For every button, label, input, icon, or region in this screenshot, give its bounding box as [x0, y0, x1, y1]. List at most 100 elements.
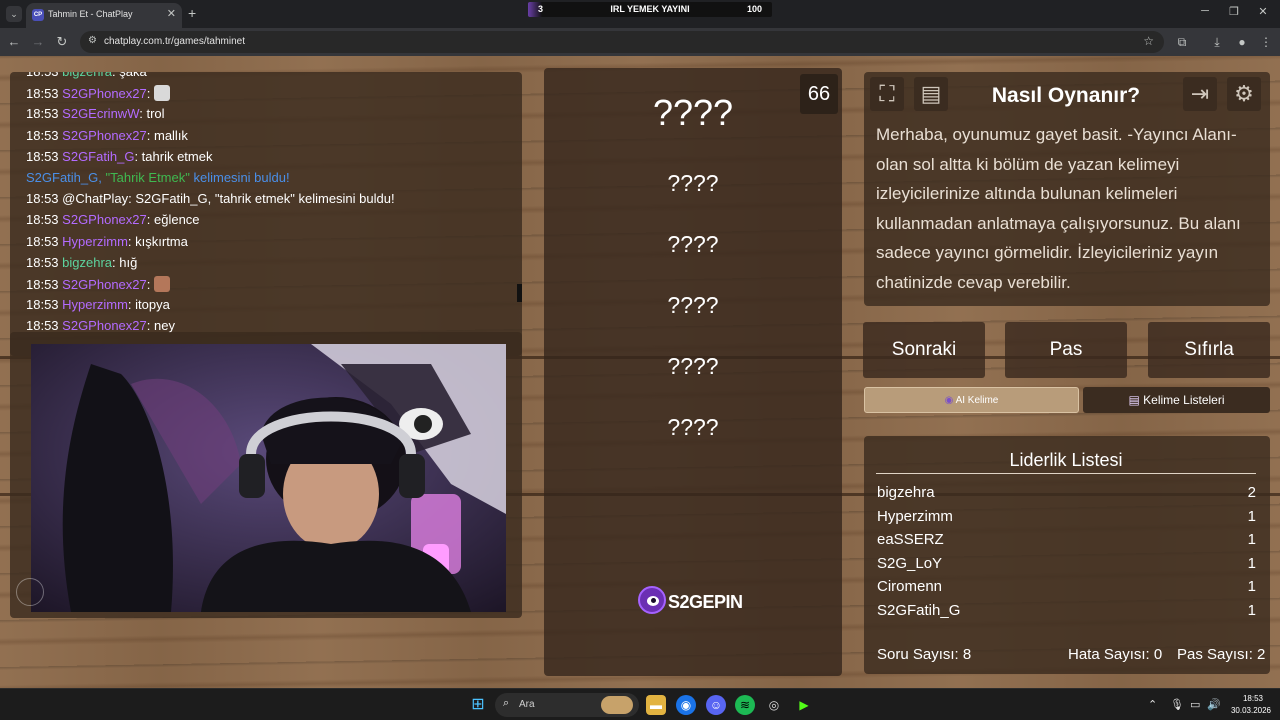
- chat-username[interactable]: bigzehra: [62, 255, 112, 270]
- found-word: "Tahrik Etmek": [105, 170, 190, 185]
- question-count: Soru Sayısı: 8: [877, 646, 972, 663]
- back-button[interactable]: ←: [6, 34, 22, 50]
- s2gepin-logo: S2GEPIN: [638, 586, 743, 616]
- tray-expand-icon[interactable]: ⌃: [1148, 698, 1157, 711]
- file-explorer-icon[interactable]: ▬: [646, 695, 666, 715]
- chat-username[interactable]: S2GFatih_G: [26, 170, 98, 185]
- chat-text: kelimesini buldu!: [189, 170, 290, 185]
- discord-icon[interactable]: ☺: [706, 695, 726, 715]
- chat-message: 18:53 S2GPhonex27:: [26, 276, 170, 292]
- chat-timestamp: 18:53: [26, 72, 59, 79]
- chat-username[interactable]: Hyperzimm: [62, 297, 128, 312]
- settings-gear-icon[interactable]: ⚙: [1227, 77, 1261, 111]
- tab-search-button[interactable]: ⌄: [6, 6, 22, 22]
- close-tab-icon[interactable]: ✕: [167, 7, 176, 20]
- fullscreen-icon[interactable]: ⛶: [870, 77, 904, 111]
- chat-username[interactable]: S2GPhonex27: [62, 86, 147, 101]
- extensions-icon[interactable]: ⧉: [1174, 34, 1190, 50]
- new-tab-button[interactable]: +: [188, 5, 196, 21]
- reset-button[interactable]: Sıfırla: [1148, 322, 1270, 378]
- start-windows-icon[interactable]: ⊞: [468, 695, 488, 715]
- main-word: ????: [652, 92, 734, 133]
- browser-toolbar: ← → ↻ ⚙ chatplay.com.tr/games/tahminet ☆…: [0, 28, 1280, 56]
- chat-message: 18:53 bigzehra: hığ: [26, 254, 138, 270]
- word-lists-button[interactable]: ▤ Kelime Listeleri: [1083, 387, 1270, 413]
- chat-text: kışkırtma: [135, 233, 188, 249]
- browser-tab[interactable]: CP Tahmin Et - ChatPlay ✕: [26, 3, 182, 28]
- kick-icon[interactable]: ▶: [794, 695, 814, 715]
- tab-strip: ⌄ CP Tahmin Et - ChatPlay ✕ + IRL YEMEK …: [0, 0, 1280, 28]
- chat-message: 18:53 Hyperzimm: itopya: [26, 297, 170, 313]
- clock-time[interactable]: 18:53: [1230, 694, 1276, 703]
- chatplay-favicon-icon: CP: [32, 9, 44, 21]
- chat-username[interactable]: S2GPhonex27: [62, 277, 147, 292]
- chat-username[interactable]: @ChatPlay: [62, 191, 128, 206]
- chrome-icon[interactable]: ◉: [676, 695, 696, 715]
- s2gepin-logo-text: S2GEPIN: [668, 592, 743, 612]
- chat-username[interactable]: S2GPhonex27: [62, 128, 147, 143]
- ai-word-label: AI Kelime: [955, 395, 999, 406]
- ai-word-icon: ◉: [944, 395, 954, 406]
- forward-button[interactable]: →: [30, 34, 46, 50]
- chat-message: 18:53 @ChatPlay: S2GFatih_G, "tahrik etm…: [26, 191, 395, 207]
- download-icon[interactable]: ⤓: [1209, 34, 1225, 50]
- spotify-icon[interactable]: ≋: [735, 695, 755, 715]
- site-info-icon[interactable]: ⚙: [88, 35, 100, 47]
- close-window-button[interactable]: ✕: [1255, 5, 1271, 18]
- minimize-button[interactable]: ─: [1197, 5, 1213, 17]
- tab-title: Tahmin Et - ChatPlay: [48, 9, 133, 19]
- webcam-corner-circle: [16, 578, 44, 606]
- reload-button[interactable]: ↻: [54, 34, 70, 50]
- exit-icon[interactable]: ⇥: [1183, 77, 1217, 111]
- taskbar-search[interactable]: ⌕ Ara: [495, 693, 639, 717]
- leaderboard-player-name: S2G_LoY: [877, 554, 943, 572]
- bookmark-star-icon[interactable]: ☆: [1143, 34, 1154, 48]
- url-text: chatplay.com.tr/games/tahminet: [104, 36, 245, 47]
- ai-word-button[interactable]: ◉ AI Kelime: [864, 387, 1079, 413]
- chat-username[interactable]: S2GEcrinwW: [62, 106, 139, 121]
- chat-emote-icon: [153, 276, 170, 292]
- chat-text: tahrik etmek: [141, 148, 213, 164]
- obs-icon[interactable]: ◎: [764, 695, 784, 715]
- chat-username[interactable]: S2GFatih_G: [62, 149, 134, 164]
- chat-username[interactable]: Hyperzimm: [62, 234, 128, 249]
- forbidden-word: ????: [667, 414, 719, 440]
- leaderboard-player-score: 1: [1247, 531, 1256, 549]
- chat-timestamp: 18:53: [26, 191, 59, 207]
- chat-message: 18:53 S2GPhonex27:: [26, 85, 170, 102]
- chat-scrollbar[interactable]: [517, 284, 522, 302]
- stream-right-value: 100: [746, 4, 762, 14]
- pass-button[interactable]: Pas: [1005, 322, 1127, 378]
- rules-document-icon[interactable]: ▤: [914, 77, 948, 111]
- restore-button[interactable]: ❐: [1226, 5, 1242, 18]
- menu-icon[interactable]: ⋮: [1258, 34, 1274, 50]
- leaderboard-player-name: S2GFatih_G: [877, 602, 961, 619]
- profile-avatar-icon[interactable]: ●: [1234, 34, 1250, 50]
- stream-left-value: 3: [538, 4, 544, 14]
- stream-title: IRL YEMEK YAYINI: [610, 4, 690, 14]
- chat-timestamp: 18:53: [26, 148, 59, 164]
- chat-timestamp: 18:53: [26, 106, 59, 122]
- chat-text: hığ: [119, 254, 138, 270]
- chat-text: şaka: [119, 72, 146, 79]
- how-to-play-text: Merhaba, oyunumuz gayet basit. -Yayıncı …: [876, 125, 1241, 292]
- chat-message: 18:53 S2GPhonex27: eğlence: [26, 212, 200, 228]
- leaderboard-player-score: 1: [1247, 507, 1256, 525]
- chat-emote-icon: [153, 85, 170, 102]
- network-icon[interactable]: ▭: [1190, 698, 1200, 711]
- word-lists-label: Kelime Listeleri: [1143, 393, 1225, 407]
- chat-username[interactable]: S2GPhonex27: [62, 212, 147, 227]
- microphone-icon[interactable]: 🎙: [1170, 698, 1184, 711]
- chat-username[interactable]: bigzehra: [62, 72, 112, 79]
- next-button[interactable]: Sonraki: [863, 322, 985, 378]
- address-bar[interactable]: ⚙ chatplay.com.tr/games/tahminet ☆: [80, 31, 1164, 53]
- clock-date[interactable]: 30.03.2026: [1226, 706, 1276, 715]
- leaderboard-player-name: bigzehra: [877, 484, 935, 501]
- leaderboard-player-name: eaSSERZ: [877, 531, 944, 549]
- leaderboard-title: Liderlik Listesi: [1009, 450, 1123, 470]
- chat-text: itopya: [135, 297, 170, 313]
- volume-icon[interactable]: 🔊: [1207, 698, 1221, 711]
- chat-message: 18:53 Hyperzimm: kışkırtma: [26, 233, 188, 249]
- forbidden-word: ????: [667, 170, 719, 196]
- forbidden-word: ????: [667, 353, 719, 379]
